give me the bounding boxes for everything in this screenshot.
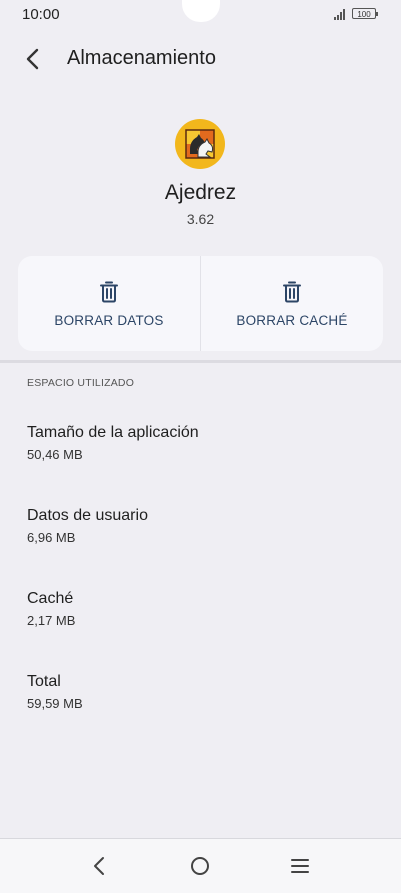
clear-cache-label: BORRAR CACHÉ — [236, 313, 348, 328]
navigation-bar — [0, 838, 401, 893]
section-divider — [0, 360, 401, 363]
storage-item-label: Tamaño de la aplicación — [27, 424, 199, 441]
home-icon — [191, 857, 209, 875]
nav-back-button[interactable] — [87, 853, 113, 879]
trash-icon — [283, 281, 301, 303]
storage-item-value: 2,17 MB — [27, 613, 76, 628]
app-name: Ajedrez — [164, 181, 237, 204]
app-version: 3.62 — [186, 211, 215, 227]
storage-item-value: 59,59 MB — [27, 696, 83, 711]
storage-item-cache: Caché 2,17 MB — [27, 590, 367, 628]
battery-icon: 100 — [352, 8, 378, 19]
back-button[interactable] — [18, 44, 48, 74]
section-title: ESPACIO UTILIZADO — [27, 377, 135, 389]
nav-recents-button[interactable] — [287, 853, 313, 879]
menu-icon — [291, 859, 309, 873]
storage-item-app-size: Tamaño de la aplicación 50,46 MB — [27, 424, 367, 462]
status-bar: 10:00 100 — [0, 0, 401, 28]
signal-icon — [334, 9, 348, 20]
chevron-left-icon — [26, 48, 39, 70]
status-time: 10:00 — [22, 6, 60, 23]
clear-cache-button[interactable]: BORRAR CACHÉ — [201, 256, 383, 351]
storage-item-user-data: Datos de usuario 6,96 MB — [27, 507, 367, 545]
clear-data-button[interactable]: BORRAR DATOS — [18, 256, 200, 351]
page-title: Almacenamiento — [67, 47, 216, 69]
storage-actions-card: BORRAR DATOS BORRAR CACHÉ — [18, 256, 383, 351]
clear-data-label: BORRAR DATOS — [54, 313, 164, 328]
storage-item-label: Datos de usuario — [27, 507, 148, 524]
storage-item-value: 6,96 MB — [27, 530, 76, 545]
camera-notch — [182, 0, 220, 22]
storage-item-label: Total — [27, 673, 61, 690]
storage-item-total: Total 59,59 MB — [27, 673, 367, 711]
trash-icon — [100, 281, 118, 303]
battery-level: 100 — [357, 10, 371, 19]
nav-back-icon — [94, 857, 104, 875]
chess-app-icon — [175, 119, 225, 169]
nav-home-button[interactable] — [187, 853, 213, 879]
app-bar: Almacenamiento — [0, 36, 401, 82]
storage-item-label: Caché — [27, 590, 74, 607]
storage-item-value: 50,46 MB — [27, 447, 83, 462]
